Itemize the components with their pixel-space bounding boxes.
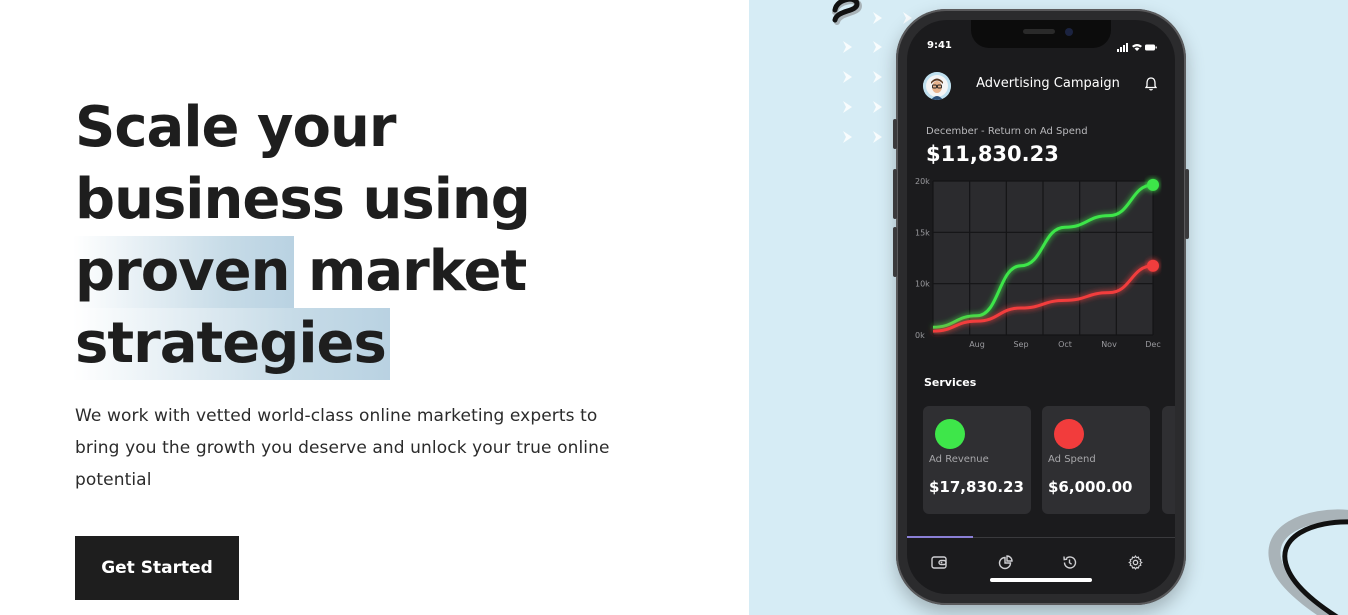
ad-spend-dot-icon — [1054, 419, 1084, 449]
chart-grid — [932, 180, 1154, 336]
headline-line-2: business using — [75, 167, 531, 232]
headline-word-market: market — [308, 239, 527, 304]
bell-icon[interactable] — [1145, 77, 1157, 91]
chart-y-tick-label: 20k — [915, 177, 930, 186]
phone-side-button — [893, 119, 897, 149]
phone-notch — [971, 20, 1111, 48]
ad-revenue-value: $17,830.23 — [929, 478, 1024, 496]
phone-volume-button — [893, 227, 897, 277]
hero-subtext: We work with vetted world-class online m… — [75, 406, 610, 490]
tab-wallet[interactable] — [929, 552, 949, 572]
headline-highlight-proven: proven — [73, 236, 294, 308]
ad-spend-card[interactable]: Ad Spend $6,000.00 — [1042, 406, 1150, 514]
headline-line-1: Scale your — [75, 95, 396, 160]
ad-spend-label: Ad Spend — [1048, 454, 1096, 465]
hero-right-panel: 9:41 Advertising Campaign December - Ret… — [749, 0, 1348, 615]
phone-power-button — [1185, 169, 1189, 239]
tab-active-indicator — [907, 536, 973, 538]
get-started-button[interactable]: Get Started — [75, 536, 239, 600]
chart-x-tick-label: Sep — [1013, 340, 1028, 349]
chart-y-ticks: 20k 15k 10k 0k — [915, 177, 930, 340]
history-icon — [1062, 555, 1076, 569]
settings-icon — [1127, 554, 1143, 570]
status-icons — [1117, 43, 1157, 52]
app-title: Advertising Campaign — [976, 76, 1120, 91]
tab-analytics[interactable] — [995, 552, 1015, 572]
pie-chart-icon — [998, 554, 1013, 569]
chart-y-tick-label: 10k — [915, 280, 930, 289]
tab-history[interactable] — [1059, 552, 1079, 572]
roas-label: December - Return on Ad Spend — [926, 126, 1088, 137]
ad-revenue-label: Ad Revenue — [929, 454, 989, 465]
chart-x-tick-label: Aug — [969, 340, 985, 349]
home-indicator — [990, 578, 1092, 582]
chart-x-tick-label: Dec — [1145, 340, 1160, 349]
ad-spend-value: $6,000.00 — [1048, 478, 1133, 496]
roas-line-chart: 20k 15k 10k 0k Aug Sep Oct Nov Dec — [915, 177, 1161, 349]
chart-y-tick-label: 0k — [915, 331, 925, 340]
chart-x-tick-label: Oct — [1058, 340, 1072, 349]
swoosh-decoration — [1268, 509, 1348, 615]
wallet-icon — [931, 556, 947, 569]
ad-revenue-card[interactable]: Ad Revenue $17,830.23 — [923, 406, 1031, 514]
spend-point — [1147, 259, 1159, 272]
headline-line-3: proven market — [73, 236, 635, 308]
next-service-card[interactable] — [1162, 406, 1175, 514]
camera-icon — [1065, 28, 1073, 36]
revenue-point — [1147, 178, 1159, 191]
chart-x-tick-label: Nov — [1101, 340, 1117, 349]
phone-volume-button — [893, 169, 897, 219]
chart-x-ticks: Aug Sep Oct Nov Dec — [969, 340, 1161, 349]
tab-settings[interactable] — [1125, 552, 1145, 572]
headline: Scale your business using proven market … — [73, 92, 635, 380]
roas-value: $11,830.23 — [926, 142, 1059, 166]
status-time: 9:41 — [927, 40, 952, 51]
chart-y-tick-label: 15k — [915, 228, 930, 237]
hero-left: Scale your business using proven market … — [0, 0, 749, 615]
headline-highlight-strategies: strategies — [73, 308, 390, 380]
phone-mockup: 9:41 Advertising Campaign December - Ret… — [893, 9, 1189, 605]
speaker-grille — [1023, 29, 1055, 34]
headline-line-4: strategies — [73, 308, 635, 380]
services-title: Services — [924, 376, 977, 389]
ad-revenue-dot-icon — [935, 419, 965, 449]
phone-screen: 9:41 Advertising Campaign December - Ret… — [907, 20, 1175, 594]
